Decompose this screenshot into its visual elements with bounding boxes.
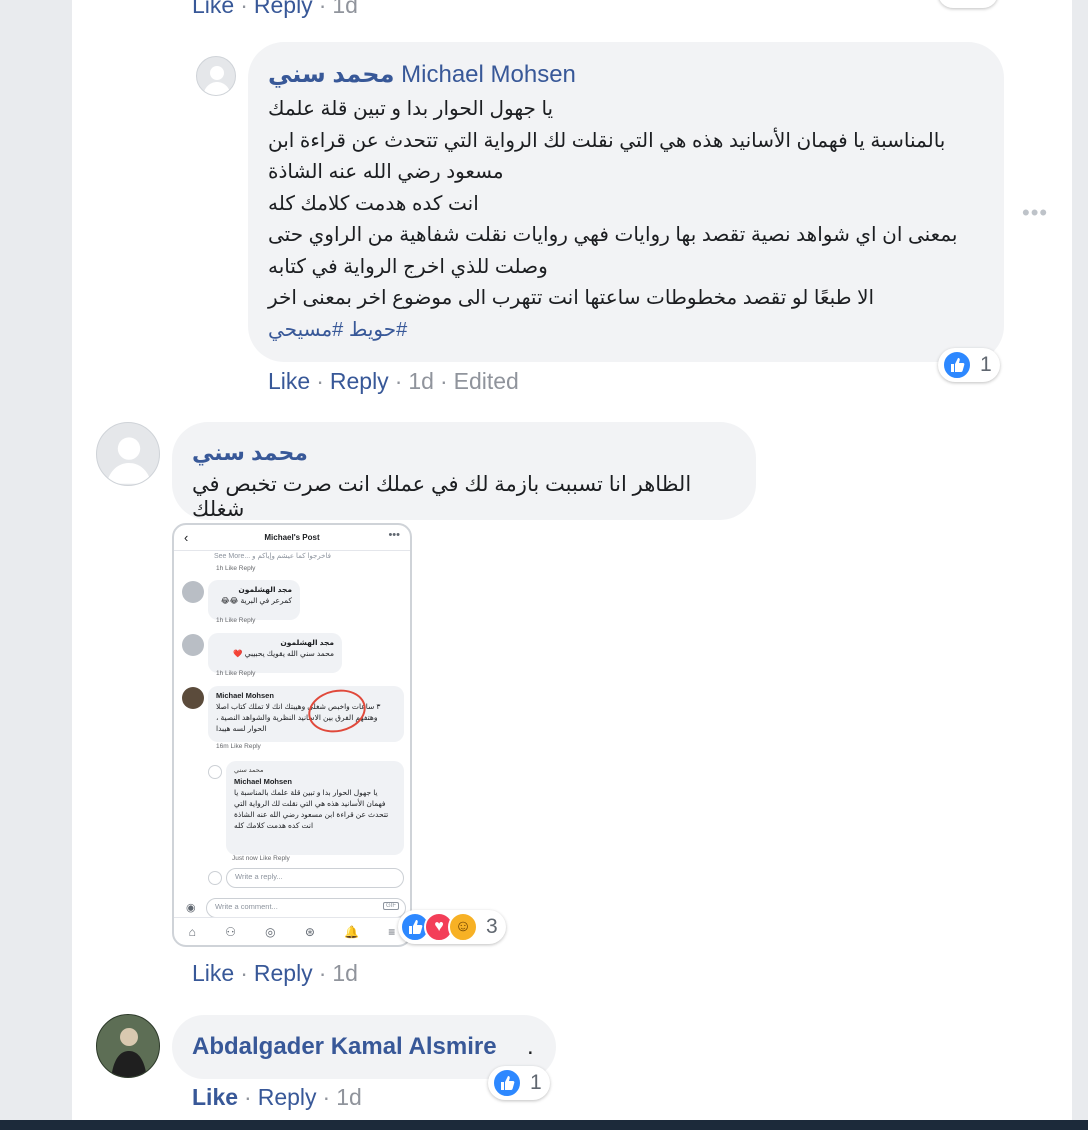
phone-reply-text: يا جهول الحوار بدا و تبين قلة علمك بالمن… [234, 788, 389, 830]
phone-meta: 1h Like Reply [216, 617, 256, 624]
phone-avatar [182, 687, 204, 709]
phone-comment: Michael Mohsen ٣ ساعات واخبص شغلي وهيبتك… [208, 686, 404, 742]
reply-comment-bubble: محمد سني Michael Mohsen يا جهول الحوار ب… [248, 42, 1004, 362]
comment-meta: Like · Reply · 1d [192, 960, 358, 986]
like-link[interactable]: Like [268, 368, 310, 394]
avatar[interactable] [96, 1014, 160, 1078]
taskbar-edge [0, 1120, 1088, 1130]
like-reaction-icon [492, 1068, 522, 1098]
comment-text: الظاهر انا تسببت بازمة لك في عملك انت صر… [192, 473, 692, 521]
phone-comment-text: محمد سني الله يقويك يحبيبي ❤️ [233, 649, 334, 658]
phone-comment: مجد الهشلمون كمرعر في البرية 😂😂 [208, 580, 300, 620]
phone-reply: محمد سني Michael Mohsen يا جهول الحوار ب… [226, 761, 404, 855]
comment-body: يا جهول الحوار بدا و تبين قلة علمك بالمن… [268, 94, 988, 346]
phone-reply-name: Michael Mohsen [234, 777, 292, 786]
phone-meta: 1h Like Reply [216, 670, 256, 677]
avatar[interactable] [196, 56, 236, 96]
phone-comment-name: Michael Mohsen [216, 691, 274, 700]
reaction-badge[interactable]: 1 [938, 348, 1000, 382]
phone-comment-name: مجد الهشلمون [238, 585, 292, 594]
comment-line: بمعنى ان اي شواهد نصية تقصد بها روايات ف… [268, 224, 958, 246]
phone-comment-placeholder: Write a comment... [215, 902, 278, 911]
reaction-count: 1 [980, 353, 992, 376]
phone-meta: 16m Like Reply [216, 743, 261, 750]
default-avatar-icon [106, 437, 152, 484]
reply-link[interactable]: Reply [254, 960, 313, 986]
phone-tab-bar: ⌂ ⚇ ◎ ⊛ 🔔 ≡ [174, 917, 410, 945]
comment-author[interactable]: Abdalgader Kamal Alsmire [192, 1033, 497, 1061]
phone-header: ‹ Michael's Post ••• [174, 525, 410, 551]
more-icon: ••• [388, 529, 400, 541]
phone-comment-input: Write a comment... GIF [206, 898, 406, 918]
friends-icon: ⚇ [225, 924, 236, 939]
reply-link[interactable]: Reply [258, 1084, 317, 1110]
timestamp[interactable]: 1d [332, 960, 358, 986]
phone-avatar [182, 581, 204, 603]
comment-line: وصلت للذي اخرج الرواية في كتابه [268, 255, 548, 278]
phone-title: Michael's Post [264, 533, 320, 542]
avatar[interactable] [96, 422, 160, 486]
phone-snippet: See More... فاخرجوا كما عيشم وإياكم و [214, 553, 331, 560]
phone-comment-name: مجد الهشلمون [280, 638, 334, 647]
profile-photo-icon [97, 1015, 159, 1077]
reaction-count: 3 [486, 915, 498, 938]
comment-meta-top: Like · Reply · 1d [192, 0, 358, 19]
phone-reply-author: محمد سني [234, 767, 264, 774]
like-reaction-icon [942, 350, 972, 380]
reply-link[interactable]: Reply [254, 0, 313, 18]
timestamp[interactable]: 1d [408, 368, 434, 394]
timestamp[interactable]: 1d [336, 1084, 362, 1110]
comment-meta: Like · Reply · 1d [192, 1084, 362, 1110]
phone-comment-text: كمرعر في البرية 😂😂 [220, 596, 292, 605]
gif-icon: GIF [383, 902, 399, 910]
reaction-badge[interactable]: 1 [488, 1066, 550, 1100]
edited-label[interactable]: Edited [454, 368, 519, 394]
haha-reaction-icon: ☺ [448, 912, 478, 942]
comment-author[interactable]: محمد سني [192, 440, 308, 466]
reaction-badge[interactable]: ♥ ☺ 3 [398, 910, 506, 944]
attached-screenshot[interactable]: ‹ Michael's Post ••• See More... فاخرجوا… [172, 523, 412, 947]
comment-line: بالمناسبة يا فهمان الأسانيد هذه هي التي … [268, 129, 946, 152]
phone-avatar [182, 634, 204, 656]
groups-icon: ⊛ [304, 924, 315, 939]
notifications-bell-icon: 🔔 [344, 924, 360, 939]
phone-reply-input: Write a reply... [226, 868, 404, 888]
comment-line: انت كده هدمت كلامك كله [268, 192, 479, 215]
hashtags[interactable]: #حويط #مسيحي [268, 315, 988, 347]
profile-icon: ◎ [265, 924, 276, 939]
phone-meta: 1h Like Reply [216, 565, 256, 572]
more-dots-icon[interactable]: ••• [1022, 200, 1048, 226]
comment-author[interactable]: محمد سني Michael Mohsen [268, 60, 576, 89]
home-icon: ⌂ [188, 924, 196, 939]
reply-link[interactable]: Reply [330, 368, 389, 394]
camera-icon: ◉ [186, 902, 196, 914]
comment-bubble: محمد سني الظاهر انا تسببت بازمة لك في عم… [172, 422, 756, 521]
like-link[interactable]: Like [192, 0, 234, 18]
phone-avatar [208, 871, 222, 885]
reaction-count: 1 [530, 1071, 542, 1094]
comment-text: . [527, 1033, 534, 1060]
menu-icon: ≡ [388, 924, 396, 939]
default-avatar-icon [203, 66, 231, 95]
comment-line: الا طبعًا لو تقصد مخطوطات ساعتها انت تته… [268, 287, 875, 309]
comment-line: يا جهول الحوار بدا و تبين قلة علمك [268, 98, 554, 120]
like-link[interactable]: Like [192, 1084, 238, 1110]
phone-avatar [208, 765, 222, 779]
phone-comment: مجد الهشلمون محمد سني الله يقويك يحبيبي … [208, 633, 342, 673]
phone-meta: Just now Like Reply [232, 855, 290, 862]
comment-line: مسعود رضي الله عنه الشاذة [268, 161, 504, 183]
timestamp[interactable]: 1d [332, 0, 358, 18]
author-name-arabic[interactable]: محمد سني [268, 61, 394, 88]
comment-meta: Like · Reply · 1d · Edited [268, 368, 519, 394]
phone-comment-text: ٣ ساعات واخبص شغلي وهيبتك انك لا تملك كت… [216, 702, 381, 733]
author-name-latin[interactable]: Michael Mohsen [401, 61, 576, 88]
like-link[interactable]: Like [192, 960, 234, 986]
